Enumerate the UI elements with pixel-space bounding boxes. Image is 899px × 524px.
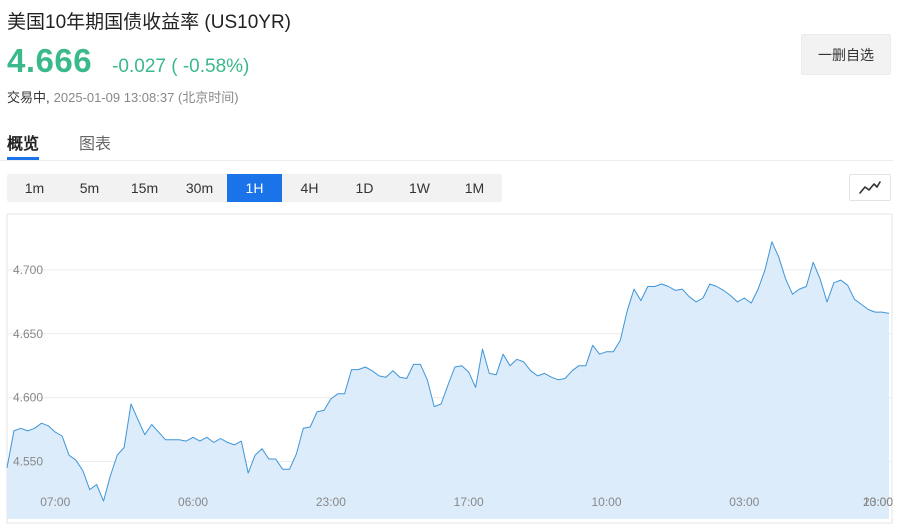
chart-type-button[interactable] — [849, 174, 891, 201]
interval-15m[interactable]: 15m — [117, 174, 172, 202]
y-tick-label: 4.650 — [13, 327, 43, 341]
x-tick-label: 13:00 — [863, 495, 893, 509]
remove-watchlist-button[interactable]: 一删自选 — [801, 34, 891, 75]
tab-overview[interactable]: 概览 — [7, 130, 39, 154]
active-tab-indicator — [7, 157, 39, 160]
trading-status: 交易中, 2025-01-09 13:08:37 (北京时间) — [7, 87, 239, 106]
interval-1h[interactable]: 1H — [227, 174, 282, 202]
x-tick-label: 10:00 — [591, 495, 621, 509]
tab-bar: 概览 图表 — [0, 118, 893, 161]
interval-30m[interactable]: 30m — [172, 174, 227, 202]
x-tick-label: 23:00 — [316, 495, 346, 509]
y-tick-label: 4.600 — [13, 391, 43, 405]
line-chart-icon — [859, 180, 881, 194]
interval-1mo[interactable]: 1M — [447, 174, 502, 202]
current-price: 4.666 — [7, 42, 93, 79]
x-tick-label: 07:00 — [40, 495, 70, 509]
interval-1m[interactable]: 1m — [7, 174, 62, 202]
y-tick-label: 4.550 — [13, 455, 43, 469]
x-tick-label: 06:00 — [178, 495, 208, 509]
interval-1d[interactable]: 1D — [337, 174, 392, 202]
page-title: 美国10年期国债收益率 (US10YR) — [7, 12, 291, 33]
tab-chart[interactable]: 图表 — [79, 130, 111, 154]
y-tick-label: 4.700 — [13, 263, 43, 277]
x-tick-label: 17:00 — [454, 495, 484, 509]
x-tick-label: 03:00 — [729, 495, 759, 509]
status-text: 交易中, — [7, 90, 50, 105]
interval-4h[interactable]: 4H — [282, 174, 337, 202]
price-change: -0.027 ( -0.58%) — [112, 56, 250, 77]
interval-selector: 1m 5m 15m 30m 1H 4H 1D 1W 1M — [7, 174, 502, 202]
timestamp: 2025-01-09 13:08:37 (北京时间) — [53, 90, 239, 105]
yield-chart: 4.550 4.600 4.650 4.700 07:00 06:00 23:00 17:00… — [6, 213, 893, 524]
interval-5m[interactable]: 5m — [62, 174, 117, 202]
quote-row: 4.666 -0.027 ( -0.58%) — [7, 42, 249, 80]
interval-1w[interactable]: 1W — [392, 174, 447, 202]
